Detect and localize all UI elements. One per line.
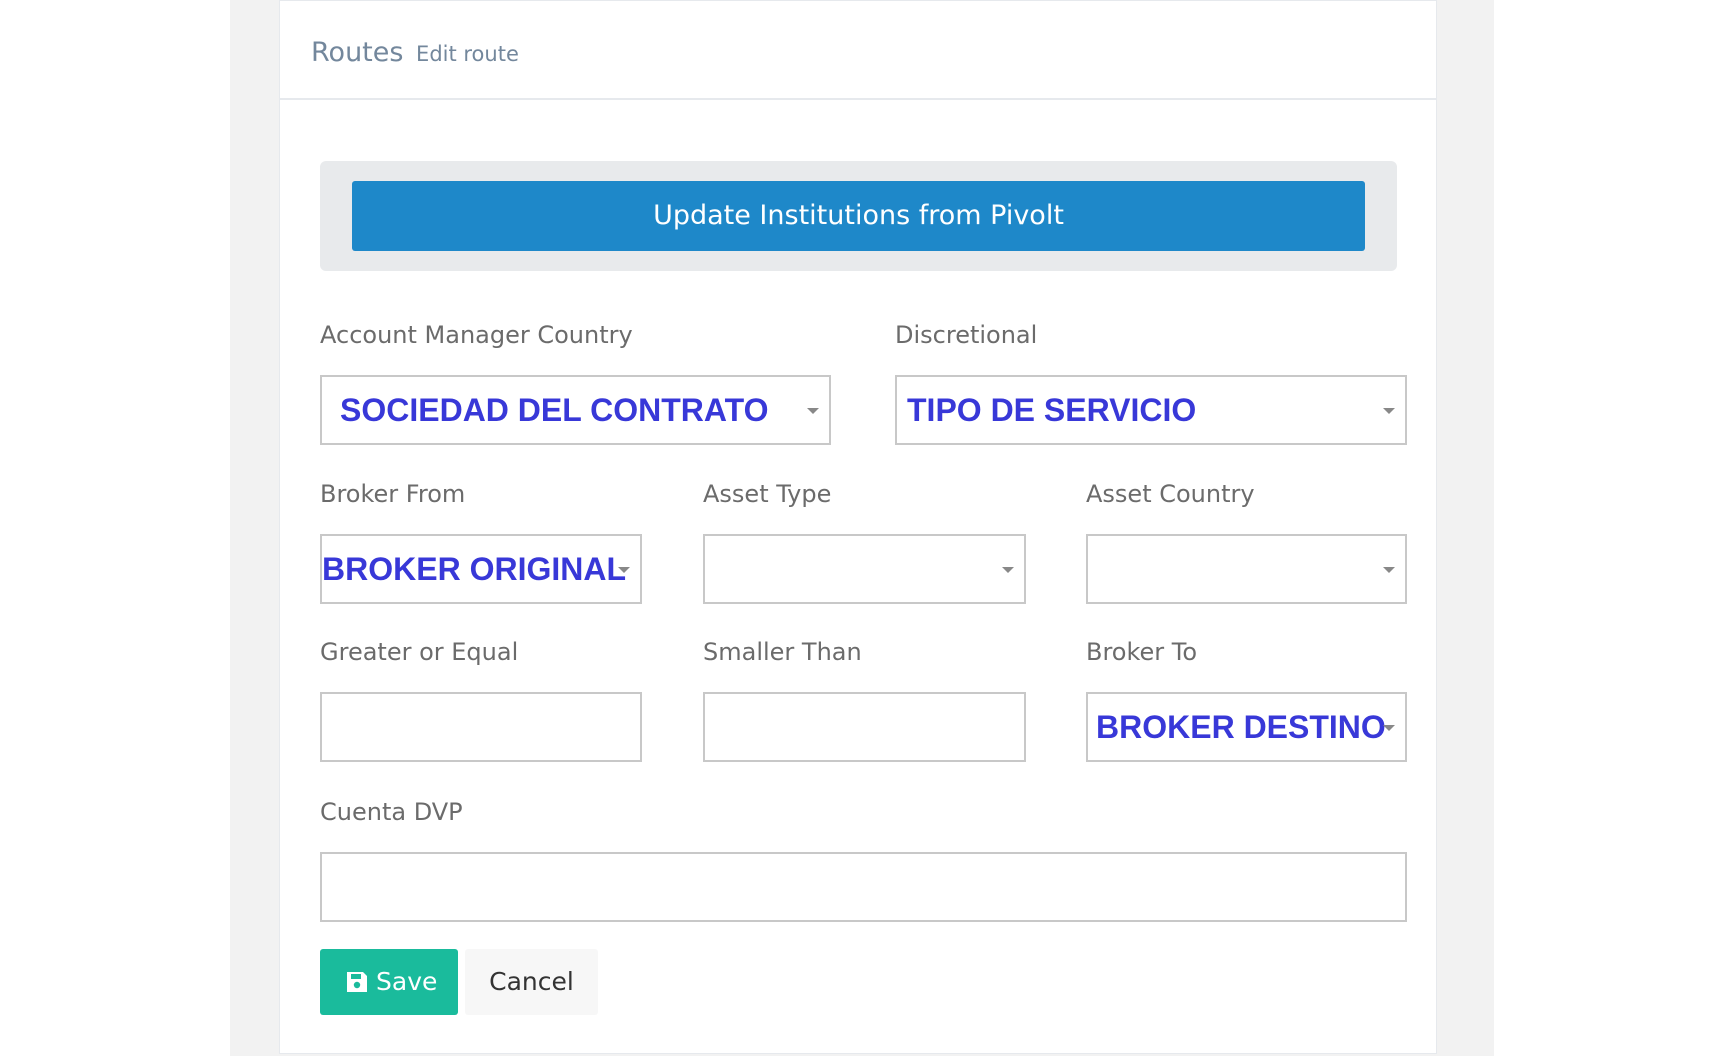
chevron-down-icon [1383,567,1395,573]
smaller-than-input[interactable] [703,692,1026,762]
broker-to-value: BROKER DESTINO [1096,709,1386,745]
panel-header: Routes Edit route [280,1,1436,100]
floppy-disk-icon [347,972,367,992]
discretional-label: Discretional [895,321,1038,349]
discretional-select[interactable]: TIPO DE SERVICIO [895,375,1407,445]
save-button[interactable]: Save [320,949,458,1015]
chevron-down-icon [1383,725,1395,731]
asset-type-label: Asset Type [703,480,832,508]
broker-from-select[interactable]: BROKER ORIGINAL [320,534,642,604]
broker-to-select[interactable]: BROKER DESTINO [1086,692,1407,762]
broker-from-value: BROKER ORIGINAL [322,551,626,587]
asset-country-label: Asset Country [1086,480,1255,508]
chevron-down-icon [1002,567,1014,573]
update-well: Update Institutions from Pivolt [320,161,1397,271]
chevron-down-icon [618,567,630,573]
greater-or-equal-label: Greater or Equal [320,638,519,666]
edit-route-panel: Routes Edit route Update Institutions fr… [279,0,1437,1054]
cuenta-dvp-label: Cuenta DVP [320,798,463,826]
page-subtitle: Edit route [416,42,519,66]
page-title: Routes Edit route [311,37,519,68]
broker-from-label: Broker From [320,480,466,508]
account-manager-country-value: SOCIEDAD DEL CONTRATO [340,392,769,428]
broker-to-label: Broker To [1086,638,1198,666]
save-label: Save [376,967,438,996]
account-manager-country-label: Account Manager Country [320,321,633,349]
account-manager-country-select[interactable]: SOCIEDAD DEL CONTRATO [320,375,831,445]
smaller-than-label: Smaller Than [703,638,862,666]
cuenta-dvp-input[interactable] [320,852,1407,922]
update-institutions-button[interactable]: Update Institutions from Pivolt [352,181,1365,251]
asset-country-select[interactable] [1086,534,1407,604]
page-title-text: Routes [311,37,404,68]
chevron-down-icon [807,408,819,414]
chevron-down-icon [1383,408,1395,414]
cancel-button[interactable]: Cancel [465,949,598,1015]
discretional-value: TIPO DE SERVICIO [907,392,1197,428]
greater-or-equal-input[interactable] [320,692,642,762]
asset-type-select[interactable] [703,534,1026,604]
